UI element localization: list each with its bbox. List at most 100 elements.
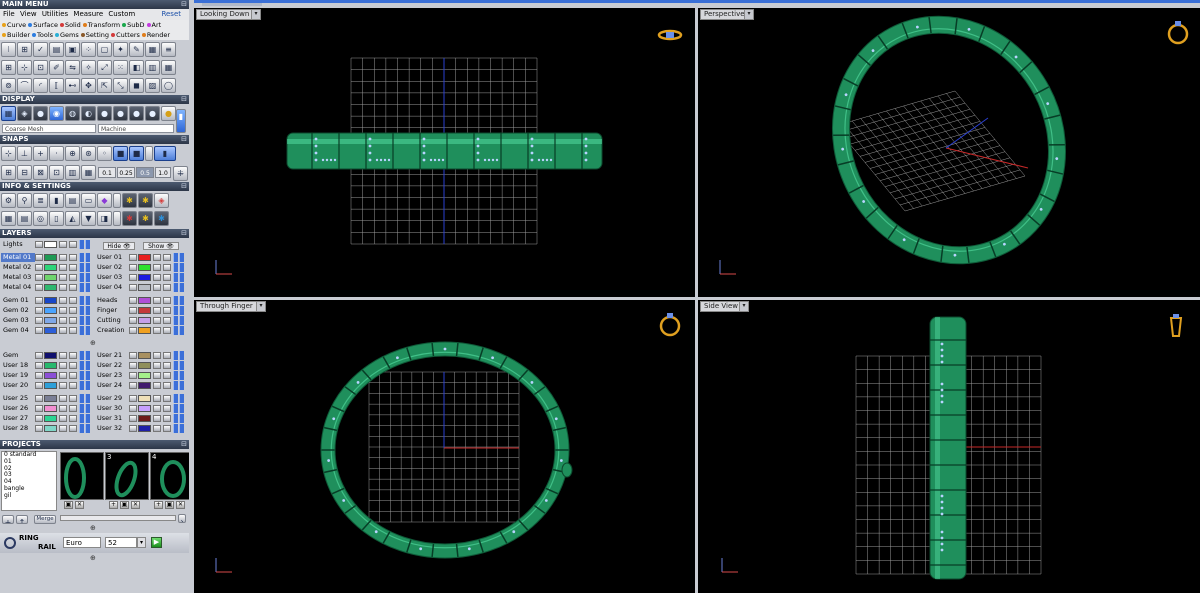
layer-color-swatch[interactable] bbox=[138, 352, 151, 359]
layer-color-swatch[interactable] bbox=[44, 405, 57, 412]
layer-name[interactable]: Gem 01 bbox=[1, 296, 35, 305]
layer-active-indicator[interactable] bbox=[173, 381, 178, 390]
layer-active-indicator[interactable] bbox=[179, 296, 184, 305]
scene-2-icon[interactable]: ✱ bbox=[138, 193, 153, 208]
snap-perp-icon[interactable]: ⊥ bbox=[17, 146, 32, 161]
layer-row[interactable]: User 26 bbox=[1, 404, 93, 413]
layer-visibility-toggle[interactable] bbox=[35, 307, 43, 314]
layer-name[interactable]: User 21 bbox=[95, 351, 129, 360]
layer-color-swatch[interactable] bbox=[44, 241, 57, 248]
snap-grid-icon[interactable]: ⊹ bbox=[1, 146, 16, 161]
select-icon[interactable]: ⊡ bbox=[33, 60, 48, 75]
layer-options-icon[interactable] bbox=[69, 317, 77, 324]
layer-active-indicator[interactable] bbox=[179, 283, 184, 292]
layer-active-indicator[interactable] bbox=[173, 424, 178, 433]
category-cutters[interactable]: Cutters bbox=[111, 30, 140, 40]
layer-active-indicator[interactable] bbox=[79, 240, 84, 249]
chevron-down-icon[interactable]: ▾ bbox=[251, 9, 261, 20]
layer-options-icon[interactable] bbox=[163, 425, 171, 432]
snap-nearest-icon[interactable]: ⊠ bbox=[33, 165, 48, 180]
viewport-perspective[interactable]: Perspective ▾ bbox=[698, 8, 1200, 297]
layer-name[interactable]: User 32 bbox=[95, 424, 129, 433]
move-up-button[interactable]: ↑ bbox=[16, 515, 28, 524]
snap-knot-icon[interactable]: ▦ bbox=[81, 165, 96, 180]
show-all-button[interactable]: Show 👁 bbox=[143, 242, 179, 250]
layer-row[interactable]: Gem 01 bbox=[1, 296, 93, 305]
frame-icon[interactable]: ▢ bbox=[97, 42, 112, 57]
close-icon[interactable]: ✕ bbox=[176, 501, 185, 509]
layer-name[interactable]: Cutting bbox=[95, 316, 129, 325]
layer-color-swatch[interactable] bbox=[44, 362, 57, 369]
layer-name[interactable]: Gem 02 bbox=[1, 306, 35, 315]
layer-row[interactable]: User 02 bbox=[95, 263, 187, 272]
info-settings-header[interactable]: INFO & SETTINGS ⊟ bbox=[0, 182, 189, 191]
menu-custom[interactable]: Custom bbox=[108, 10, 135, 18]
layer-row[interactable]: User 03 bbox=[95, 273, 187, 282]
viewport-looking-down[interactable]: Looking Down ▾ bbox=[194, 8, 695, 297]
layer-name[interactable]: Heads bbox=[95, 296, 129, 305]
layer-options-icon[interactable] bbox=[69, 372, 77, 379]
arc-icon[interactable]: ◜ bbox=[33, 78, 48, 93]
gold-sphere-icon[interactable]: ● bbox=[161, 106, 176, 121]
stack-icon[interactable]: ≡ bbox=[161, 42, 176, 57]
chevron-down-icon[interactable]: ▾ bbox=[739, 301, 749, 312]
sphere-4-icon[interactable]: ● bbox=[145, 106, 160, 121]
layer-active-indicator[interactable] bbox=[85, 361, 90, 370]
eyedrop-icon[interactable]: ✎ bbox=[129, 42, 144, 57]
snap-value-0-25[interactable]: 0.25 bbox=[117, 167, 135, 178]
project-item[interactable]: bangle bbox=[4, 485, 56, 493]
layer-name[interactable]: User 27 bbox=[1, 414, 35, 423]
layer-active-indicator[interactable] bbox=[179, 253, 184, 262]
layer-active-indicator[interactable] bbox=[179, 361, 184, 370]
layer-active-indicator[interactable] bbox=[173, 263, 178, 272]
layer-visibility-toggle[interactable] bbox=[129, 274, 137, 281]
close-icon[interactable]: ✕ bbox=[131, 501, 140, 509]
layer-visibility-toggle[interactable] bbox=[129, 362, 137, 369]
lock-icon[interactable] bbox=[153, 362, 161, 369]
lock-icon[interactable] bbox=[153, 307, 161, 314]
layer-options-icon[interactable] bbox=[69, 274, 77, 281]
layer-name[interactable]: User 19 bbox=[1, 371, 35, 380]
layer-options-icon[interactable] bbox=[163, 297, 171, 304]
lock-icon[interactable] bbox=[153, 297, 161, 304]
lock-icon[interactable] bbox=[59, 362, 67, 369]
add-project-button[interactable]: + bbox=[2, 515, 14, 524]
curve-icon[interactable]: ⌒ bbox=[17, 78, 32, 93]
chevron-down-icon[interactable]: ▾ bbox=[137, 537, 146, 548]
collapse-icon[interactable]: ⊟ bbox=[181, 229, 187, 238]
layer-active-indicator[interactable] bbox=[79, 404, 84, 413]
layer-active-indicator[interactable] bbox=[85, 316, 90, 325]
layer-color-swatch[interactable] bbox=[138, 415, 151, 422]
layer-active-indicator[interactable] bbox=[173, 326, 178, 335]
layer-name[interactable]: User 02 bbox=[95, 263, 129, 272]
array-icon[interactable]: ⁙ bbox=[113, 60, 128, 75]
layer-color-swatch[interactable] bbox=[138, 274, 151, 281]
layer-visibility-toggle[interactable] bbox=[35, 362, 43, 369]
perspective-canvas[interactable] bbox=[698, 8, 1200, 297]
looking-down-canvas[interactable] bbox=[194, 8, 695, 297]
layer-options-icon[interactable] bbox=[163, 395, 171, 402]
layer-visibility-toggle[interactable] bbox=[129, 327, 137, 334]
lock-icon[interactable] bbox=[59, 372, 67, 379]
save-icon[interactable]: ▣ bbox=[120, 501, 129, 509]
layer-name[interactable]: User 31 bbox=[95, 414, 129, 423]
layer-active-indicator[interactable] bbox=[173, 361, 178, 370]
layer-visibility-toggle[interactable] bbox=[35, 382, 43, 389]
display-header[interactable]: DISPLAY ⊟ bbox=[0, 95, 189, 104]
projects-scrollbar[interactable] bbox=[60, 515, 176, 521]
projects-list[interactable]: 0 standard 01 02 03 04 bangle gil bbox=[1, 451, 57, 511]
lock-icon[interactable] bbox=[153, 382, 161, 389]
bracket-icon[interactable]: ⟦ bbox=[49, 78, 64, 93]
move-arrows-icon[interactable]: ✥ bbox=[81, 78, 96, 93]
layer-options-icon[interactable] bbox=[163, 307, 171, 314]
layer-name[interactable]: User 01 bbox=[95, 253, 129, 262]
layer-active-indicator[interactable] bbox=[173, 351, 178, 360]
snap-active-1-icon[interactable]: ■ bbox=[113, 146, 128, 161]
layer-row[interactable]: User 31 bbox=[95, 414, 187, 423]
snaps-header[interactable]: SNAPS ⊟ bbox=[0, 135, 189, 144]
layer-visibility-toggle[interactable] bbox=[35, 405, 43, 412]
close-icon[interactable]: ✕ bbox=[75, 501, 84, 509]
lock-icon[interactable] bbox=[59, 415, 67, 422]
viewport-label[interactable]: Perspective bbox=[700, 9, 749, 20]
cube-solid-icon[interactable]: ◼ bbox=[129, 78, 144, 93]
